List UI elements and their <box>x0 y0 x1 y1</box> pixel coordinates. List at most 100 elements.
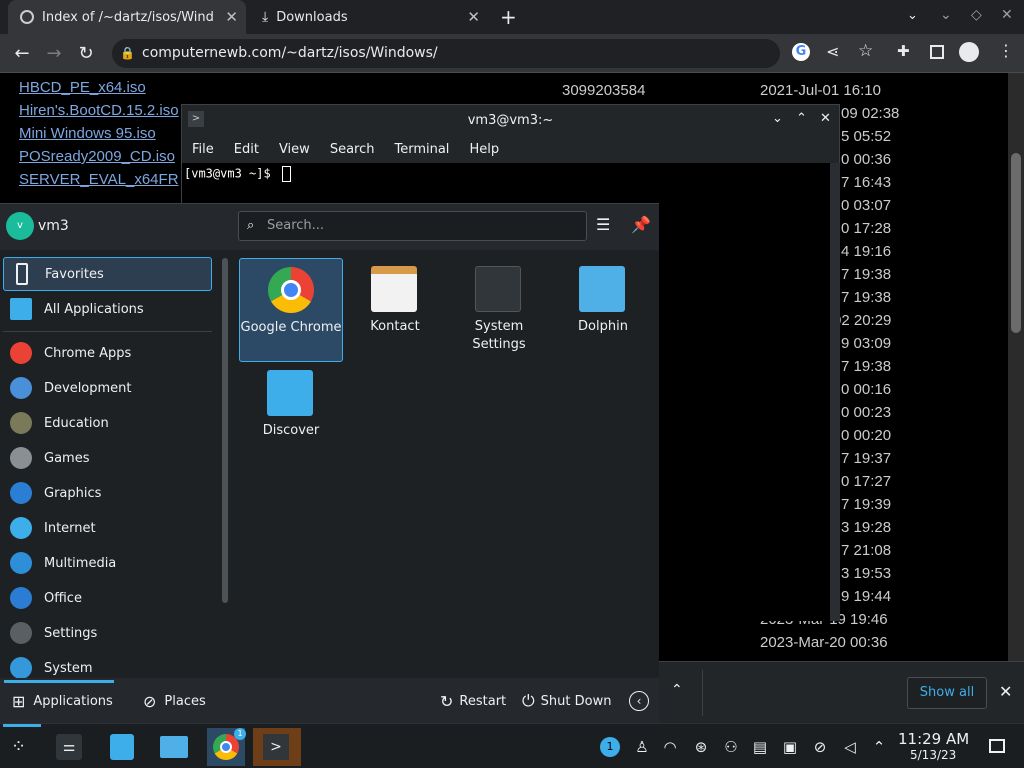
list-item[interactable]: Mini Windows 95.iso <box>19 125 156 148</box>
category-education[interactable]: Education <box>3 406 212 440</box>
accessibility-icon[interactable]: ⚇ <box>721 737 741 757</box>
sidepanel-icon[interactable] <box>930 45 944 59</box>
window-titlebar[interactable]: > vm3@vm3:~ ⌄ ⌃ ✕ <box>182 105 839 135</box>
menu-icon[interactable]: ⋮ <box>998 41 1014 60</box>
category-settings[interactable]: Settings <box>3 616 212 650</box>
show-desktop-icon[interactable] <box>989 739 1005 753</box>
category-multimedia[interactable]: Multimedia <box>3 546 212 580</box>
close-icon[interactable]: ✕ <box>225 8 238 26</box>
file-link[interactable]: Mini Windows 95.iso <box>19 125 156 142</box>
configure-icon[interactable]: ☰ <box>596 215 610 234</box>
leave-more-icon[interactable]: ‹ <box>629 691 649 711</box>
app-kontact[interactable]: Kontact <box>343 258 447 362</box>
category-favorites[interactable]: Favorites <box>3 257 212 291</box>
list-item[interactable]: POSready2009_CD.iso <box>19 148 175 171</box>
category-games[interactable]: Games <box>3 441 212 475</box>
category-internet[interactable]: Internet <box>3 511 212 545</box>
restart-button[interactable]: ↻ Restart <box>440 678 506 724</box>
file-date: 0 17:27 <box>841 473 892 490</box>
category-chrome-apps[interactable]: Chrome Apps <box>3 336 212 370</box>
window-menu-icon[interactable]: > <box>188 111 204 127</box>
places-button[interactable]: ⊘ Places <box>143 678 206 724</box>
applications-button[interactable]: ⊞ Applications <box>12 678 113 724</box>
taskbar-chrome[interactable]: 1 <box>207 728 246 766</box>
file-link[interactable]: POSready2009_CD.iso <box>19 148 175 165</box>
file-link[interactable]: HBCD_PE_x64.iso <box>19 79 146 96</box>
forward-icon[interactable]: → <box>42 42 66 66</box>
list-item[interactable]: SERVER_EVAL_x64FR <box>19 171 179 194</box>
taskbar-discover[interactable] <box>103 728 141 766</box>
shutdown-label: Shut Down <box>540 693 612 709</box>
search-input[interactable]: ⌕ Search... <box>238 211 587 241</box>
clipboard-icon[interactable]: ▤ <box>750 737 770 757</box>
url-field[interactable]: 🔒 computernewb.com/~dartz/isos/Windows/ <box>112 39 780 68</box>
category-scrollbar[interactable] <box>222 258 228 603</box>
app-system-settings[interactable]: System Settings <box>447 258 551 362</box>
maximize-icon[interactable]: ◇ <box>971 7 982 23</box>
maximize-icon[interactable]: ⌃ <box>796 111 807 126</box>
close-icon[interactable]: ✕ <box>820 111 831 126</box>
category-development[interactable]: Development <box>3 371 212 405</box>
divider <box>3 331 212 332</box>
list-item[interactable]: HBCD_PE_x64.iso <box>19 79 146 102</box>
star-icon[interactable]: ☆ <box>858 41 873 61</box>
file-date: 7 19:37 <box>841 450 892 467</box>
taskbar-system-settings[interactable]: ⚌ <box>50 728 88 766</box>
file-link[interactable]: SERVER_EVAL_x64FR <box>19 171 179 188</box>
office-icon <box>10 587 32 609</box>
close-window-icon[interactable]: ✕ <box>1001 7 1013 23</box>
google-icon[interactable]: G <box>792 43 810 61</box>
application-launcher-button[interactable]: ⁘ <box>3 728 41 766</box>
pin-icon[interactable]: 📌 <box>631 215 651 234</box>
avatar[interactable]: v <box>6 212 34 240</box>
extensions-icon[interactable]: ✚ <box>897 42 910 60</box>
minimize-icon[interactable]: ⌄ <box>772 111 783 126</box>
clock-time[interactable]: 11:29 AM <box>898 730 969 748</box>
category-label: Settings <box>44 625 98 641</box>
chevron-up-icon[interactable]: ⌃ <box>869 737 889 757</box>
display-icon[interactable]: ▣ <box>780 737 800 757</box>
network-icon[interactable]: ⊛ <box>691 737 711 757</box>
taskbar-dolphin[interactable] <box>155 728 193 766</box>
file-link[interactable]: Hiren's.BootCD.15.2.iso <box>19 102 179 119</box>
taskbar-konsole[interactable]: > <box>253 728 301 766</box>
minimize-icon[interactable]: ⌄ <box>940 7 952 23</box>
page-scrollbar[interactable] <box>1008 73 1024 661</box>
volume-icon[interactable]: ◁ <box>840 737 860 757</box>
tab-downloads[interactable]: ⤓ Downloads ✕ <box>250 0 488 34</box>
close-icon[interactable]: ✕ <box>999 682 1012 701</box>
app-dolphin[interactable]: Dolphin <box>551 258 655 362</box>
app-google-chrome[interactable]: Google Chrome <box>239 258 343 362</box>
list-item[interactable]: Hiren's.BootCD.15.2.iso <box>19 102 179 125</box>
close-icon[interactable]: ✕ <box>467 8 480 26</box>
scrollbar-thumb[interactable] <box>1011 153 1021 333</box>
category-office[interactable]: Office <box>3 581 212 615</box>
shutdown-button[interactable]: ⏻ Shut Down <box>522 678 611 724</box>
user-icon[interactable]: ♙ <box>632 737 652 757</box>
menu-help[interactable]: Help <box>459 142 509 157</box>
category-all-applications[interactable]: All Applications <box>3 292 212 326</box>
profile-icon[interactable] <box>959 42 979 62</box>
menu-search[interactable]: Search <box>320 142 385 157</box>
mute-icon[interactable]: ⊘ <box>810 737 830 757</box>
file-date: 4 19:16 <box>841 243 892 260</box>
show-all-button[interactable]: Show all <box>907 677 987 709</box>
app-discover[interactable]: Discover <box>239 362 343 466</box>
menu-edit[interactable]: Edit <box>224 142 269 157</box>
menu-terminal[interactable]: Terminal <box>384 142 459 157</box>
terminal-scrollbar[interactable] <box>830 163 840 621</box>
category-graphics[interactable]: Graphics <box>3 476 212 510</box>
new-tab-icon[interactable]: + <box>500 5 517 29</box>
back-icon[interactable]: ← <box>10 42 34 66</box>
clock-date[interactable]: 5/13/23 <box>910 748 956 762</box>
reload-icon[interactable]: ↻ <box>74 42 98 66</box>
tab-index[interactable]: Index of /~dartz/isos/Windows ✕ <box>8 0 246 34</box>
tab-title: Index of /~dartz/isos/Windows <box>42 9 214 25</box>
updates-icon[interactable]: 1 <box>600 737 620 757</box>
menu-view[interactable]: View <box>269 142 320 157</box>
share-icon[interactable]: ⋖ <box>826 42 839 61</box>
chevron-down-icon[interactable]: ⌄ <box>907 8 918 23</box>
menu-file[interactable]: File <box>182 142 224 157</box>
chevron-up-icon[interactable]: ⌃ <box>671 682 683 698</box>
rss-icon[interactable]: ◠ <box>660 737 680 757</box>
